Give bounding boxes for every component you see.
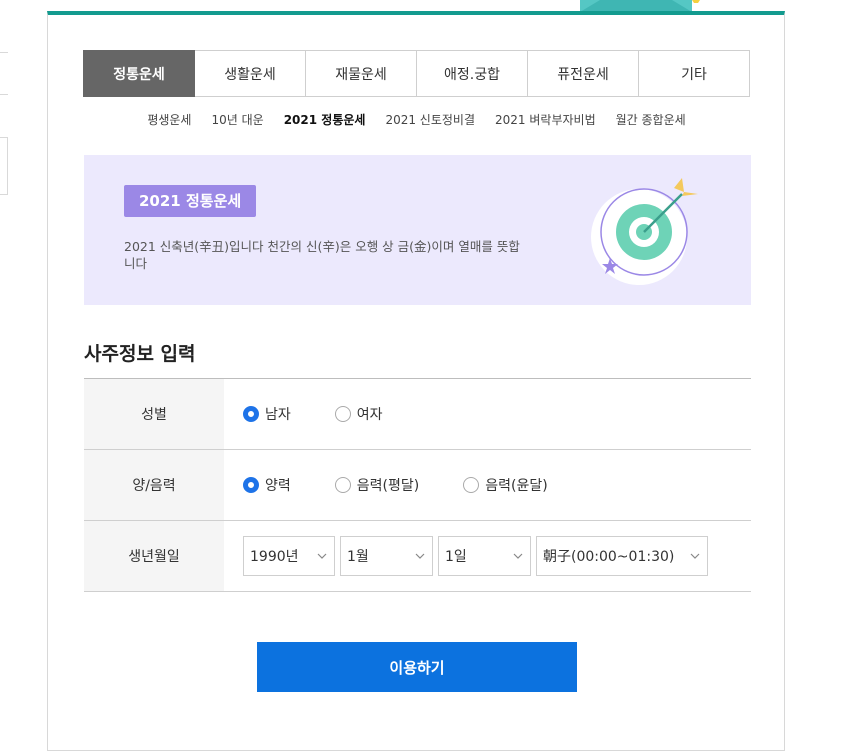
chevron-down-icon	[513, 553, 523, 559]
gender-male-radio[interactable]: 남자	[243, 404, 291, 424]
tab-traditional-fortune[interactable]: 정통운세	[83, 50, 195, 97]
submit-button[interactable]: 이용하기	[257, 642, 577, 692]
subnav-item-2021-rich[interactable]: 2021 벼락부자비법	[495, 111, 596, 128]
birthdate-label: 생년월일	[84, 521, 224, 591]
banner-description: 2021 신축년(辛丑)입니다 천간의 신(辛)은 오행 상 금(金)이며 열매…	[124, 239, 520, 271]
radio-circle	[334, 477, 351, 493]
calendar-label: 양/음력	[84, 450, 224, 520]
calendar-solar-radio[interactable]: 양력	[243, 475, 291, 495]
form-title: 사주정보 입력	[84, 343, 196, 365]
subnav-item-2021-traditional[interactable]: 2021 정통운세	[284, 111, 366, 128]
calendar-lunar-normal-radio[interactable]: 음력(평달)	[334, 475, 420, 495]
birth-month-select[interactable]: 1월	[340, 536, 433, 576]
calendar-solar-label: 양력	[265, 478, 291, 494]
subnav-item-2021-tojeong[interactable]: 2021 신토정비결	[385, 111, 475, 128]
fortune-banner: 2021 정통운세 2021 신축년(辛丑)입니다 천간의 신(辛)은 오행 상…	[84, 155, 751, 305]
left-page-edge	[0, 0, 8, 733]
radio-circle	[463, 477, 480, 493]
chevron-down-icon	[415, 553, 425, 559]
saju-form: 성별 남자 여자 양/음력 양력 음력(평달) 음력(윤달) 생년월일 1990…	[84, 378, 751, 592]
tab-life-fortune[interactable]: 생활운세	[195, 50, 306, 97]
tab-wealth-fortune[interactable]: 재물운세	[306, 50, 417, 97]
tab-etc[interactable]: 기타	[639, 50, 750, 97]
sub-navigation: 평생운세 10년 대운 2021 정통운세 2021 신토정비결 2021 벼락…	[83, 111, 750, 128]
gender-female-radio[interactable]: 여자	[334, 404, 383, 424]
birth-month-value: 1월	[347, 549, 369, 565]
calendar-lunar-leap-radio[interactable]: 음력(윤달)	[463, 475, 548, 495]
subnav-item-10year[interactable]: 10년 대운	[211, 111, 263, 128]
main-tabs: 정통운세 생활운세 재물운세 애정.궁합 퓨전운세 기타	[83, 50, 750, 97]
birth-time-select[interactable]: 朝子(00:00~01:30)	[536, 536, 708, 576]
subnav-item-monthly[interactable]: 월간 종합운세	[616, 111, 686, 128]
tab-love-compatibility[interactable]: 애정.궁합	[417, 50, 528, 97]
gender-label: 성별	[84, 379, 224, 449]
subnav-item-lifetime[interactable]: 평생운세	[147, 111, 191, 128]
birth-year-value: 1990년	[250, 549, 299, 565]
radio-circle	[334, 406, 351, 422]
birth-day-select[interactable]: 1일	[438, 536, 531, 576]
chevron-down-icon	[317, 553, 327, 559]
radio-circle	[243, 406, 259, 422]
form-row-birthdate: 생년월일 1990년 1월 1일 朝子(00:00~01:30)	[84, 521, 751, 592]
gender-female-label: 여자	[356, 407, 383, 423]
birth-year-select[interactable]: 1990년	[243, 536, 335, 576]
calendar-lunar-normal-label: 음력(평달)	[356, 478, 420, 494]
gender-male-label: 남자	[265, 407, 291, 423]
form-row-calendar: 양/음력 양력 음력(평달) 음력(윤달)	[84, 450, 751, 521]
birth-day-value: 1일	[445, 549, 467, 565]
radio-circle	[243, 477, 259, 493]
birth-time-value: 朝子(00:00~01:30)	[543, 549, 675, 565]
chevron-down-icon	[690, 553, 700, 559]
target-icon	[591, 178, 698, 285]
banner-badge: 2021 정통운세	[124, 185, 257, 217]
calendar-lunar-leap-label: 음력(윤달)	[485, 478, 548, 494]
tab-fusion-fortune[interactable]: 퓨전운세	[528, 50, 639, 97]
form-row-gender: 성별 남자 여자	[84, 379, 751, 450]
